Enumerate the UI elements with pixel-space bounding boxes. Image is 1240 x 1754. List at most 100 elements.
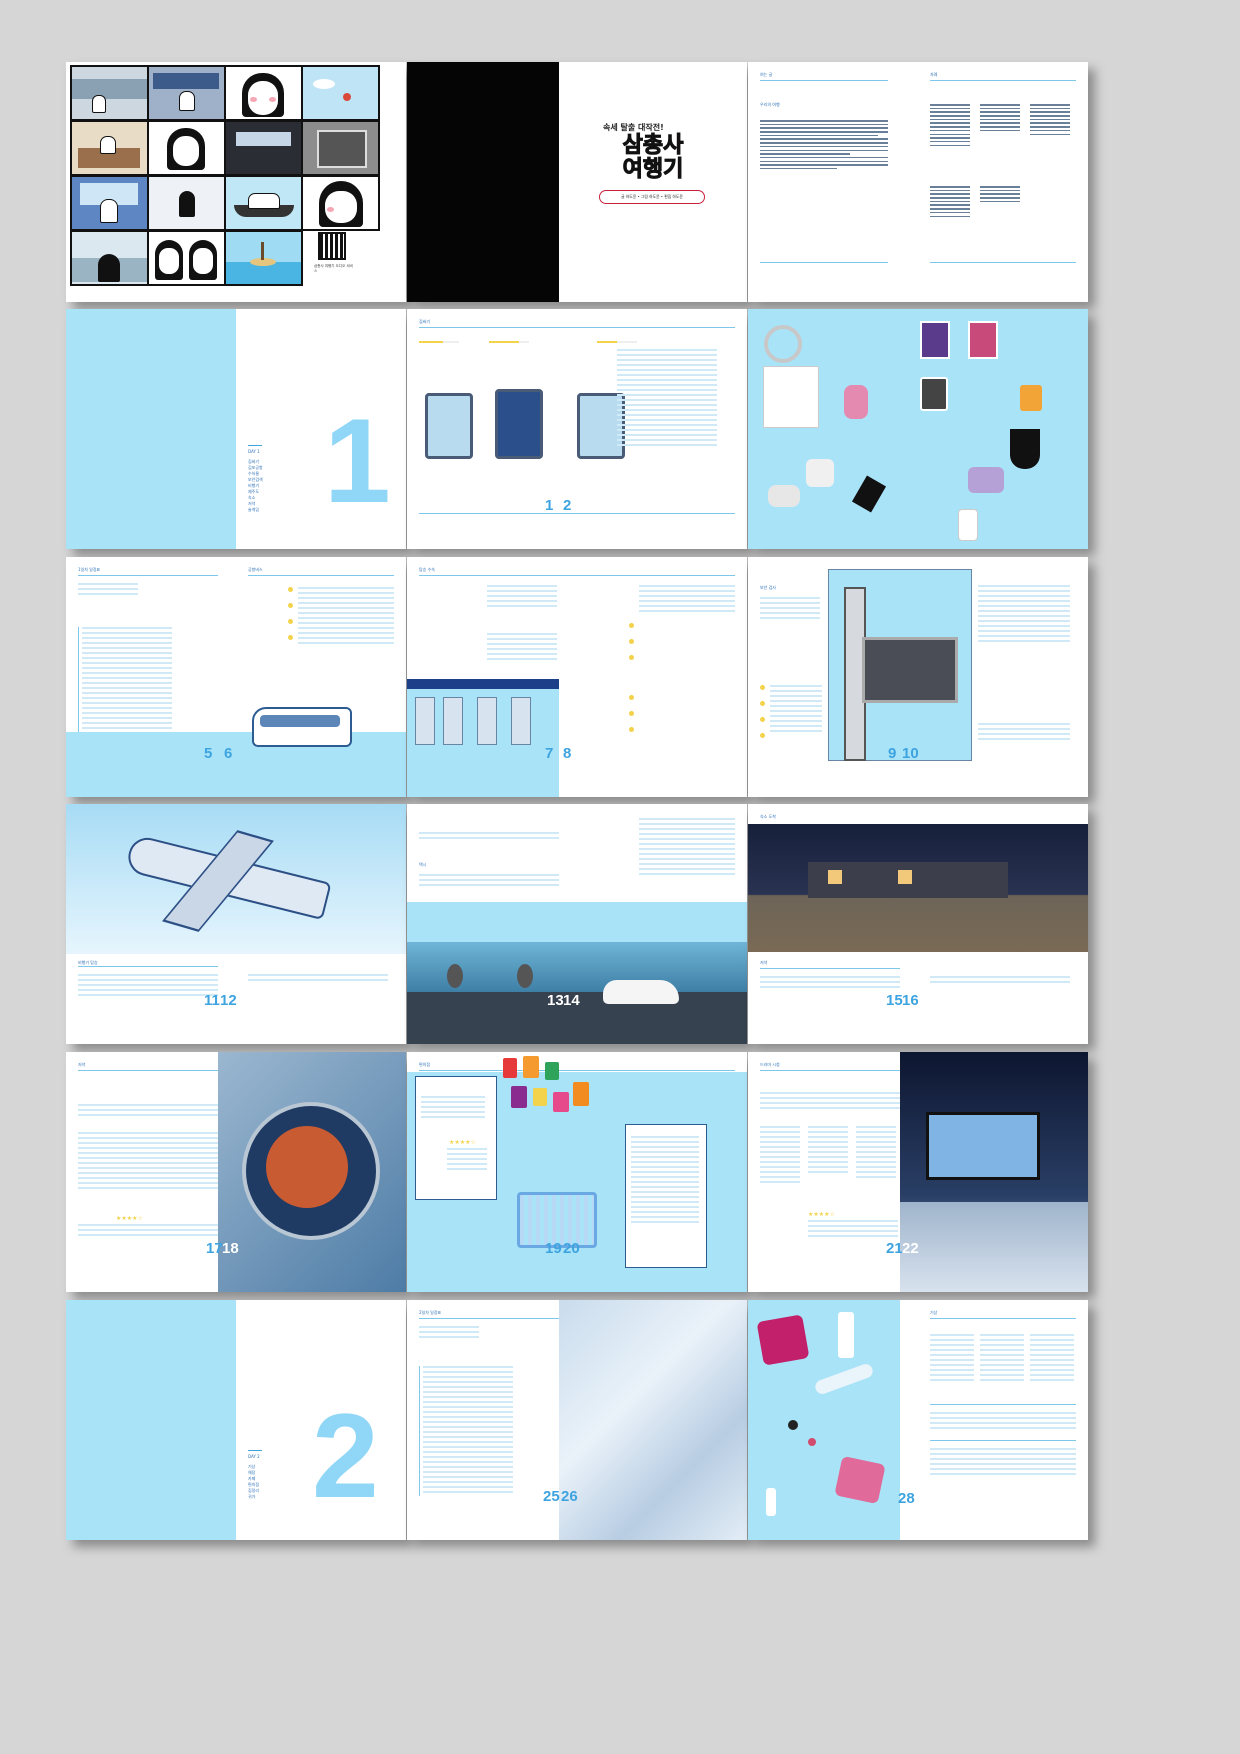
comic-panel <box>224 65 303 121</box>
suitcase-icon <box>425 393 473 459</box>
cover-credits: 글 하도윤 • 그림 하도윤 • 편집 하도윤 <box>599 190 705 204</box>
progress-bar <box>419 341 459 343</box>
cover-tagline: 속세 탈출 대작전! <box>603 123 664 132</box>
spread-security: 보안 검사 9 10 <box>748 557 1088 797</box>
chapter1-item: 술게임 <box>248 507 260 512</box>
comic-panel <box>301 120 380 176</box>
chapter2-item: 카페 <box>248 1476 256 1481</box>
comic-panel <box>301 175 380 231</box>
page-number: 2 <box>563 497 572 514</box>
progress-bar <box>489 341 529 343</box>
chapter2-day: DAY 2 <box>248 1454 260 1459</box>
wake-heading: 기상 <box>930 1310 938 1315</box>
chapter1-item: 짐싸기 <box>248 459 260 464</box>
star-icon: ★★★★☆ <box>116 1215 143 1222</box>
chapter2-item: 짐정리 <box>248 1488 260 1493</box>
spread-comic: 삼총사 여행기 오디오 서비스 <box>66 62 406 302</box>
page-number: 7 <box>545 745 554 762</box>
dinner-heading: 저녁 <box>78 1062 86 1067</box>
page-number: 20 <box>563 1240 580 1257</box>
spread-store: 편의점 ★★★★☆ 19 20 <box>407 1052 747 1292</box>
spread-checkin: 탑승 수속 7 8 <box>407 557 747 797</box>
security-heading: 보안 검사 <box>760 585 776 590</box>
star-icon: ★★★★☆ <box>449 1139 476 1146</box>
chapter2-item: 해장 <box>248 1470 256 1475</box>
page-number: 5 <box>204 745 213 762</box>
page-number: 19 <box>545 1240 562 1257</box>
comic-panel <box>147 230 226 286</box>
comic-panel <box>70 230 149 286</box>
flight-heading: 비행기 탑승 <box>78 960 98 965</box>
bus-icon <box>252 707 352 747</box>
chapter1-item: 제주도 <box>248 489 260 494</box>
qr-caption: 삼총사 여행기 오디오 서비스 <box>314 264 353 273</box>
chapter2-item: 귀가 <box>248 1494 256 1499</box>
page-number: 26 <box>561 1488 578 1505</box>
page-number: 8 <box>563 745 572 762</box>
spread-contents: 여는 글 우리의 여행 차례 <box>748 62 1088 302</box>
toc-title: 차례 <box>930 72 938 77</box>
chapter1-item: 수하물 <box>248 471 260 476</box>
page-number: 28 <box>898 1490 915 1507</box>
page-number: 13 <box>547 992 564 1009</box>
bus-heading: 공항버스 <box>248 567 263 572</box>
preface-heading: 우리의 여행 <box>760 102 780 107</box>
chapter2-item: 편의점 <box>248 1482 260 1487</box>
comic-panel <box>70 65 149 121</box>
taxi-heading: 택시 <box>419 862 427 867</box>
house-heading: 숙소 도착 <box>760 814 776 819</box>
spread-chapter1: DAY 1 짐싸기 김포공항 수하물 보안검색 비행기 제주도 숙소 저녁 술게… <box>66 309 406 549</box>
page-number: 16 <box>902 992 919 1009</box>
spread-taxi: 택시 13 14 <box>407 804 747 1044</box>
page-number: 22 <box>902 1240 919 1257</box>
comic-panel <box>224 175 303 231</box>
spread-dinner: 저녁 ★★★★☆ 17 18 <box>66 1052 406 1292</box>
chapter1-number: 1 <box>324 394 391 528</box>
progress-bar <box>597 341 637 343</box>
drama-heading: 드라마 시청 <box>760 1062 780 1067</box>
page-number: 17 <box>206 1240 223 1257</box>
comic-panel <box>70 120 149 176</box>
chapter1-item: 비행기 <box>248 483 260 488</box>
comic-panel <box>224 230 303 286</box>
dinner-subhead: 저녁 <box>760 960 768 965</box>
page-number: 9 <box>888 745 897 762</box>
foreword-title: 여는 글 <box>760 72 773 77</box>
page-number: 18 <box>222 1240 239 1257</box>
comic-panel <box>147 120 226 176</box>
spread-wake: 기상 28 <box>748 1300 1088 1540</box>
spread-bus: 1일차 일정표 공항버스 5 6 <box>66 557 406 797</box>
cover-title: 삼총사 여행기 <box>603 133 703 182</box>
chapter2-number: 2 <box>312 1389 379 1523</box>
qr-code-icon[interactable] <box>318 232 346 260</box>
chapter2-item: 기상 <box>248 1464 256 1469</box>
page-number: 14 <box>563 992 580 1009</box>
comic-panel <box>147 65 226 121</box>
packing-heading: 짐싸기 <box>419 319 431 324</box>
star-icon: ★★★★☆ <box>808 1211 835 1218</box>
page-number: 1 <box>545 497 554 514</box>
taxi-icon <box>603 980 679 1004</box>
page-number: 12 <box>220 992 237 1009</box>
page-number: 15 <box>886 992 903 1009</box>
spread-drama: 드라마 시청 ★★★★☆ 21 22 <box>748 1052 1088 1292</box>
suitcase-icon <box>495 389 543 459</box>
chapter1-day: DAY 1 <box>248 449 260 454</box>
chapter1-item: 숙소 <box>248 495 256 500</box>
spread-items <box>748 309 1088 549</box>
comic-panel <box>301 65 380 121</box>
spread-chapter2: DAY 2 기상 해장 카페 편의점 짐정리 귀가 2 <box>66 1300 406 1540</box>
comic-panel <box>70 175 149 231</box>
cover-title-line2: 여행기 <box>622 157 684 182</box>
spread-flight: 비행기 탑승 11 12 <box>66 804 406 1044</box>
schedule-heading: 1일차 일정표 <box>78 567 101 572</box>
spread-day2: 2일차 일정표 25 26 <box>407 1300 747 1540</box>
chapter1-item: 보안검색 <box>248 477 263 482</box>
spread-house: 숙소 도착 저녁 15 16 <box>748 804 1088 1044</box>
page-number: 25 <box>543 1488 560 1505</box>
chapter1-item: 저녁 <box>248 501 256 506</box>
cover-title-line1: 삼총사 <box>622 133 684 158</box>
chapter1-item: 김포공항 <box>248 465 263 470</box>
checkin-heading: 탑승 수속 <box>419 567 435 572</box>
page-number: 21 <box>886 1240 903 1257</box>
